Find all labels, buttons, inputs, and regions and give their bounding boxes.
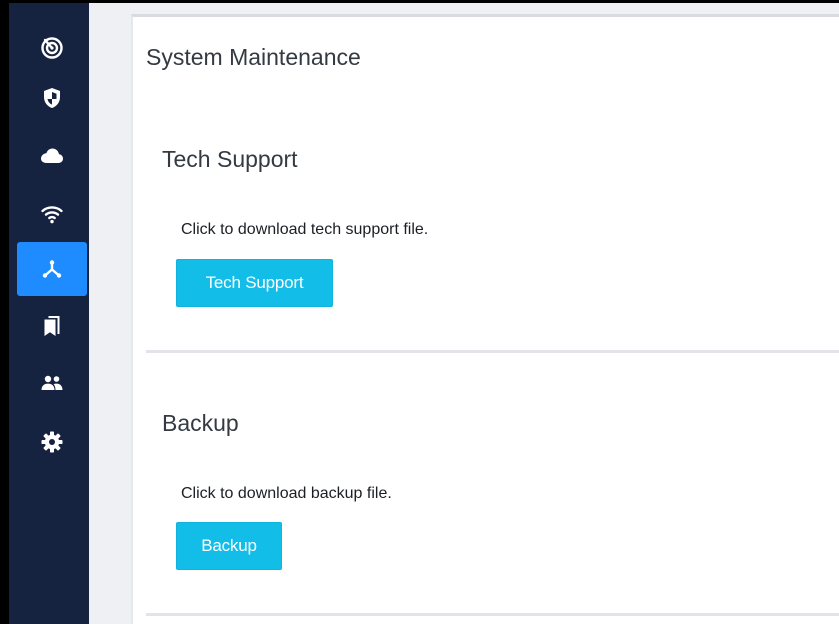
backup-description: Click to download backup file.: [181, 485, 392, 502]
section-divider-bottom: [146, 613, 839, 616]
sidebar-item-security[interactable]: [17, 71, 87, 125]
sidebar-item-dashboard[interactable]: [17, 21, 87, 75]
bookmarks-icon: [44, 316, 60, 336]
backup-title: Backup: [162, 410, 239, 436]
sidebar-item-wireless[interactable]: [17, 187, 87, 241]
sidebar-item-network[interactable]: [17, 242, 87, 296]
sidebar-item-cloud[interactable]: [17, 129, 87, 183]
users-icon: [41, 375, 63, 390]
dashboard-icon: [41, 37, 63, 59]
network-icon: [42, 260, 62, 278]
tech-support-title: Tech Support: [162, 146, 298, 172]
sidebar-item-users[interactable]: [17, 356, 87, 410]
backup-button[interactable]: Backup: [176, 522, 282, 570]
sidebar: [9, 3, 89, 624]
section-divider: [146, 350, 839, 353]
tech-support-button[interactable]: Tech Support: [176, 259, 333, 307]
page-title: System Maintenance: [146, 44, 361, 70]
gear-icon: [41, 431, 63, 453]
sidebar-item-bookmarks[interactable]: [17, 299, 87, 353]
tech-support-description: Click to download tech support file.: [181, 221, 429, 238]
sidebar-item-settings[interactable]: [17, 415, 87, 469]
cloud-icon: [41, 148, 63, 163]
wifi-icon: [41, 206, 63, 224]
shield-icon: [44, 88, 60, 108]
